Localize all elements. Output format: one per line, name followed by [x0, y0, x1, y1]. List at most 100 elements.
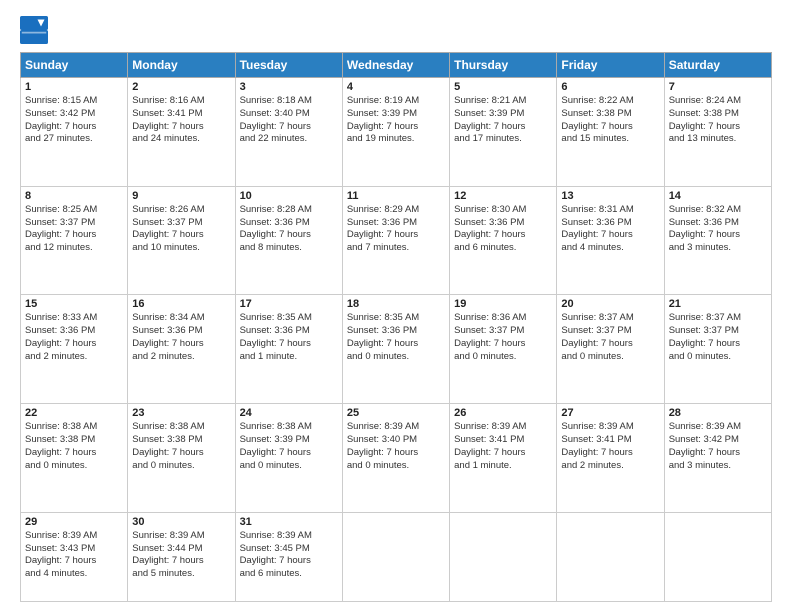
- day-number: 10: [240, 190, 338, 202]
- calendar-cell: 17 Sunrise: 8:35 AMSunset: 3:36 PMDayligh…: [235, 295, 342, 404]
- day-info: Sunrise: 8:39 AMSunset: 3:45 PMDaylight:…: [240, 530, 338, 581]
- day-info: Sunrise: 8:19 AMSunset: 3:39 PMDaylight:…: [347, 95, 445, 146]
- day-info: Sunrise: 8:36 AMSunset: 3:37 PMDaylight:…: [454, 312, 552, 363]
- day-number: 12: [454, 190, 552, 202]
- logo-icon: [20, 16, 48, 44]
- calendar-cell: 2 Sunrise: 8:16 AMSunset: 3:41 PMDaylight…: [128, 78, 235, 187]
- calendar-cell: 18 Sunrise: 8:35 AMSunset: 3:36 PMDayligh…: [342, 295, 449, 404]
- header-saturday: Saturday: [664, 53, 771, 78]
- calendar-cell: 8 Sunrise: 8:25 AMSunset: 3:37 PMDaylight…: [21, 186, 128, 295]
- day-info: Sunrise: 8:30 AMSunset: 3:36 PMDaylight:…: [454, 204, 552, 255]
- day-info: Sunrise: 8:32 AMSunset: 3:36 PMDaylight:…: [669, 204, 767, 255]
- day-number: 31: [240, 516, 338, 528]
- header-monday: Monday: [128, 53, 235, 78]
- day-info: Sunrise: 8:35 AMSunset: 3:36 PMDaylight:…: [240, 312, 338, 363]
- day-info: Sunrise: 8:38 AMSunset: 3:38 PMDaylight:…: [132, 421, 230, 472]
- calendar-page: SundayMondayTuesdayWednesdayThursdayFrid…: [0, 0, 792, 612]
- day-info: Sunrise: 8:24 AMSunset: 3:38 PMDaylight:…: [669, 95, 767, 146]
- calendar-cell: 15 Sunrise: 8:33 AMSunset: 3:36 PMDayligh…: [21, 295, 128, 404]
- calendar-cell: 10 Sunrise: 8:28 AMSunset: 3:36 PMDayligh…: [235, 186, 342, 295]
- day-number: 26: [454, 407, 552, 419]
- day-number: 16: [132, 298, 230, 310]
- calendar-cell: 4 Sunrise: 8:19 AMSunset: 3:39 PMDaylight…: [342, 78, 449, 187]
- header-thursday: Thursday: [450, 53, 557, 78]
- week-row-3: 15 Sunrise: 8:33 AMSunset: 3:36 PMDayligh…: [21, 295, 772, 404]
- calendar-cell: 20 Sunrise: 8:37 AMSunset: 3:37 PMDayligh…: [557, 295, 664, 404]
- day-number: 29: [25, 516, 123, 528]
- calendar-cell: 11 Sunrise: 8:29 AMSunset: 3:36 PMDayligh…: [342, 186, 449, 295]
- week-row-2: 8 Sunrise: 8:25 AMSunset: 3:37 PMDaylight…: [21, 186, 772, 295]
- calendar-cell: 5Sunrise: 8:21 AMSunset: 3:39 PMDaylight…: [450, 78, 557, 187]
- logo: [20, 16, 52, 44]
- day-info: Sunrise: 8:21 AMSunset: 3:39 PMDaylight:…: [454, 95, 552, 146]
- day-number: 14: [669, 190, 767, 202]
- day-number: 18: [347, 298, 445, 310]
- day-info: Sunrise: 8:34 AMSunset: 3:36 PMDaylight:…: [132, 312, 230, 363]
- day-number: 30: [132, 516, 230, 528]
- calendar-cell: [557, 512, 664, 601]
- calendar-cell: 28Sunrise: 8:39 AMSunset: 3:42 PMDayligh…: [664, 404, 771, 513]
- header-wednesday: Wednesday: [342, 53, 449, 78]
- calendar-cell: 12 Sunrise: 8:30 AMSunset: 3:36 PMDayligh…: [450, 186, 557, 295]
- calendar-cell: 21Sunrise: 8:37 AMSunset: 3:37 PMDayligh…: [664, 295, 771, 404]
- calendar-cell: 24 Sunrise: 8:38 AMSunset: 3:39 PMDayligh…: [235, 404, 342, 513]
- day-number: 28: [669, 407, 767, 419]
- day-info: Sunrise: 8:37 AMSunset: 3:37 PMDaylight:…: [561, 312, 659, 363]
- calendar-cell: 16 Sunrise: 8:34 AMSunset: 3:36 PMDayligh…: [128, 295, 235, 404]
- day-info: Sunrise: 8:35 AMSunset: 3:36 PMDaylight:…: [347, 312, 445, 363]
- calendar-cell: 25 Sunrise: 8:39 AMSunset: 3:40 PMDayligh…: [342, 404, 449, 513]
- calendar-cell: 30Sunrise: 8:39 AMSunset: 3:44 PMDayligh…: [128, 512, 235, 601]
- calendar-cell: 19Sunrise: 8:36 AMSunset: 3:37 PMDayligh…: [450, 295, 557, 404]
- day-info: Sunrise: 8:18 AMSunset: 3:40 PMDaylight:…: [240, 95, 338, 146]
- calendar-cell: [664, 512, 771, 601]
- day-info: Sunrise: 8:26 AMSunset: 3:37 PMDaylight:…: [132, 204, 230, 255]
- day-number: 17: [240, 298, 338, 310]
- day-number: 25: [347, 407, 445, 419]
- calendar-cell: 7 Sunrise: 8:24 AMSunset: 3:38 PMDaylight…: [664, 78, 771, 187]
- day-number: 13: [561, 190, 659, 202]
- day-info: Sunrise: 8:39 AMSunset: 3:40 PMDaylight:…: [347, 421, 445, 472]
- calendar-cell: [342, 512, 449, 601]
- calendar-cell: 31 Sunrise: 8:39 AMSunset: 3:45 PMDayligh…: [235, 512, 342, 601]
- day-info: Sunrise: 8:16 AMSunset: 3:41 PMDaylight:…: [132, 95, 230, 146]
- calendar-cell: 29 Sunrise: 8:39 AMSunset: 3:43 PMDayligh…: [21, 512, 128, 601]
- day-number: 2: [132, 81, 230, 93]
- day-info: Sunrise: 8:31 AMSunset: 3:36 PMDaylight:…: [561, 204, 659, 255]
- day-info: Sunrise: 8:33 AMSunset: 3:36 PMDaylight:…: [25, 312, 123, 363]
- day-info: Sunrise: 8:28 AMSunset: 3:36 PMDaylight:…: [240, 204, 338, 255]
- day-number: 7: [669, 81, 767, 93]
- day-number: 4: [347, 81, 445, 93]
- day-number: 20: [561, 298, 659, 310]
- week-row-5: 29 Sunrise: 8:39 AMSunset: 3:43 PMDayligh…: [21, 512, 772, 601]
- day-number: 22: [25, 407, 123, 419]
- header-friday: Friday: [557, 53, 664, 78]
- day-number: 8: [25, 190, 123, 202]
- day-number: 21: [669, 298, 767, 310]
- calendar-header: SundayMondayTuesdayWednesdayThursdayFrid…: [21, 53, 772, 78]
- calendar-cell: 1Sunrise: 8:15 AMSunset: 3:42 PMDaylight…: [21, 78, 128, 187]
- day-info: Sunrise: 8:22 AMSunset: 3:38 PMDaylight:…: [561, 95, 659, 146]
- calendar-cell: 22Sunrise: 8:38 AMSunset: 3:38 PMDayligh…: [21, 404, 128, 513]
- day-number: 27: [561, 407, 659, 419]
- day-number: 23: [132, 407, 230, 419]
- week-row-4: 22 Sunrise: 8:38 AMSunset: 3:38 PMDayligh…: [21, 404, 772, 513]
- day-info: Sunrise: 8:25 AMSunset: 3:37 PMDaylight:…: [25, 204, 123, 255]
- calendar-cell: 26Sunrise: 8:39 AMSunset: 3:41 PMDayligh…: [450, 404, 557, 513]
- day-number: 11: [347, 190, 445, 202]
- day-info: Sunrise: 8:38 AMSunset: 3:39 PMDaylight:…: [240, 421, 338, 472]
- day-info: Sunrise: 8:39 AMSunset: 3:43 PMDaylight:…: [25, 530, 123, 581]
- calendar-table: SundayMondayTuesdayWednesdayThursdayFrid…: [20, 52, 772, 602]
- calendar-cell: 14 Sunrise: 8:32 AMSunset: 3:36 PMDayligh…: [664, 186, 771, 295]
- day-number: 3: [240, 81, 338, 93]
- calendar-cell: 13 Sunrise: 8:31 AMSunset: 3:36 PMDayligh…: [557, 186, 664, 295]
- day-info: Sunrise: 8:15 AMSunset: 3:42 PMDaylight:…: [25, 95, 123, 146]
- top-section: [20, 16, 772, 44]
- day-number: 24: [240, 407, 338, 419]
- calendar-cell: 9Sunrise: 8:26 AMSunset: 3:37 PMDaylight…: [128, 186, 235, 295]
- header-sunday: Sunday: [21, 53, 128, 78]
- calendar-cell: 3 Sunrise: 8:18 AMSunset: 3:40 PMDaylight…: [235, 78, 342, 187]
- week-row-1: 1Sunrise: 8:15 AMSunset: 3:42 PMDaylight…: [21, 78, 772, 187]
- calendar-cell: [450, 512, 557, 601]
- day-number: 15: [25, 298, 123, 310]
- day-info: Sunrise: 8:29 AMSunset: 3:36 PMDaylight:…: [347, 204, 445, 255]
